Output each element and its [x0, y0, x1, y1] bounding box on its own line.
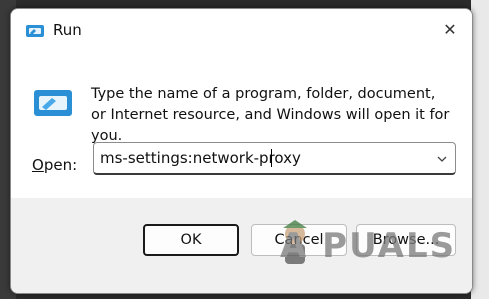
open-label-text: pen: — [43, 156, 78, 174]
close-icon: ✕ — [443, 19, 457, 39]
dialog-footer: OK Cancel Browse... — [11, 198, 472, 293]
window-title: Run — [53, 21, 82, 39]
text-caret — [271, 149, 272, 167]
cancel-button[interactable]: Cancel — [251, 224, 347, 256]
run-icon-large — [33, 87, 73, 119]
open-combobox[interactable] — [93, 142, 456, 175]
ok-button[interactable]: OK — [143, 224, 239, 256]
open-label-accelerator: O — [32, 156, 44, 174]
chevron-down-icon[interactable] — [435, 151, 449, 165]
open-input[interactable] — [100, 143, 420, 173]
run-icon — [25, 23, 45, 39]
title-bar[interactable]: Run ✕ — [11, 9, 472, 49]
close-button[interactable]: ✕ — [428, 9, 472, 49]
desktop-background-right — [471, 0, 489, 299]
open-label: Open: — [32, 156, 77, 174]
dialog-content: Type the name of a program, folder, docu… — [11, 49, 472, 198]
run-dialog: Run ✕ Type the name of a program, folder… — [10, 8, 473, 294]
browse-button[interactable]: Browse... — [356, 224, 456, 256]
dialog-description: Type the name of a program, folder, docu… — [91, 86, 450, 144]
